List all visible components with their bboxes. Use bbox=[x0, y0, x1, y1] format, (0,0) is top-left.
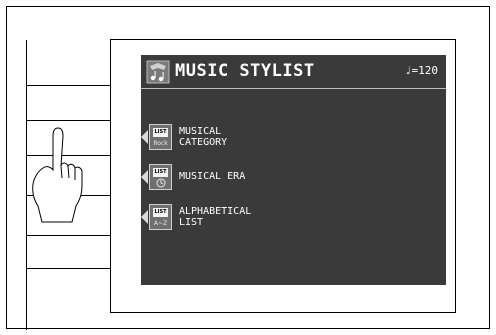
menu-arrow-icon bbox=[141, 130, 148, 144]
panel-divider bbox=[26, 120, 110, 121]
list-badge: LIST bbox=[153, 168, 168, 177]
icon-sub-label: A~Z bbox=[153, 220, 168, 227]
menu-label-line1: ALPHABETICAL bbox=[179, 206, 252, 217]
panel-divider bbox=[26, 235, 110, 236]
panel-divider bbox=[26, 85, 110, 86]
pointing-hand-icon bbox=[32, 127, 83, 223]
menu-label-line2: LIST bbox=[179, 217, 204, 228]
tempo-readout: ♩=120 bbox=[404, 64, 438, 77]
panel-divider bbox=[26, 268, 110, 269]
menu-item-alphabetical-list[interactable]: LIST A~Z ALPHABETICAL LIST bbox=[141, 202, 341, 232]
menu-label-line2: CATEGORY bbox=[179, 137, 228, 148]
music-stylist-icon bbox=[146, 60, 170, 84]
menu-arrow-icon bbox=[141, 170, 148, 184]
icon-sub-label: Rock bbox=[153, 140, 168, 147]
clock-icon bbox=[156, 178, 166, 188]
menu-arrow-icon bbox=[141, 210, 148, 224]
lcd-screen: MUSIC STYLIST ♩=120 LIST Rock MUSICAL CA… bbox=[141, 55, 446, 285]
list-badge: LIST bbox=[153, 208, 168, 217]
musical-category-icon: LIST Rock bbox=[149, 124, 172, 150]
menu-item-musical-category[interactable]: LIST Rock MUSICAL CATEGORY bbox=[141, 122, 341, 152]
menu-label-line1: MUSICAL ERA bbox=[179, 171, 246, 182]
menu-item-musical-era[interactable]: LIST MUSICAL ERA bbox=[141, 162, 341, 192]
musical-era-icon: LIST bbox=[149, 164, 172, 190]
menu-label-line1: MUSICAL bbox=[179, 126, 222, 137]
title-bar: MUSIC STYLIST ♩=120 bbox=[141, 55, 446, 89]
screen-title: MUSIC STYLIST bbox=[175, 61, 315, 81]
panel-edge-line bbox=[26, 40, 27, 330]
alphabetical-list-icon: LIST A~Z bbox=[149, 204, 172, 230]
list-badge: LIST bbox=[153, 128, 168, 137]
